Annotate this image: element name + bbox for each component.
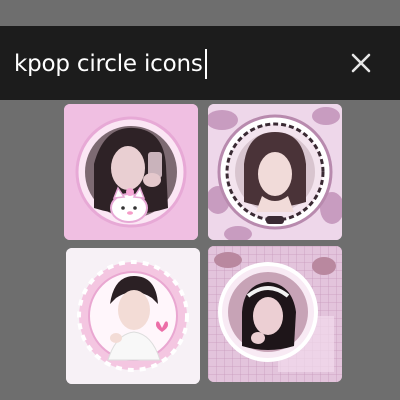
search-input[interactable]: kpop circle icons: [14, 48, 207, 80]
search-query-text: kpop circle icons: [14, 51, 203, 77]
result-image-3[interactable]: [66, 248, 200, 384]
text-cursor: [204, 49, 207, 79]
result-image-2[interactable]: [208, 104, 342, 240]
result-image-4[interactable]: [208, 246, 342, 382]
close-icon: [351, 53, 371, 73]
clear-search-button[interactable]: [346, 48, 376, 78]
search-bar[interactable]: kpop circle icons: [0, 26, 400, 100]
status-area: [0, 0, 400, 26]
result-image-1[interactable]: [64, 104, 198, 240]
